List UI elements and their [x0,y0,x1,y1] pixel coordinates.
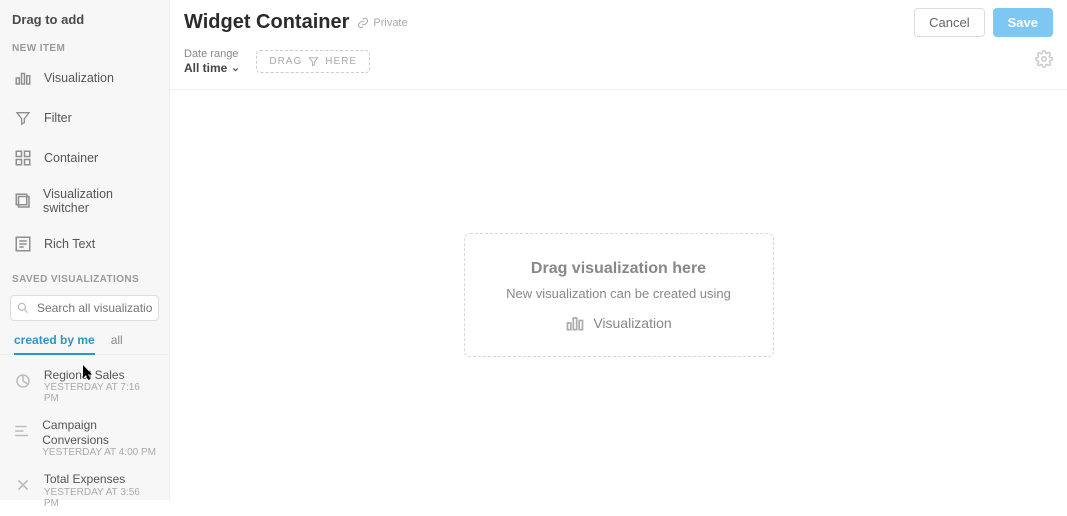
new-item-label: Visualization switcher [43,187,157,215]
new-item-visualization[interactable]: Visualization [0,58,169,98]
page-title[interactable]: Widget Container [184,11,349,34]
privacy-toggle[interactable]: Private [357,17,407,29]
topbar: Widget Container Private Cancel Save [170,0,1067,43]
filter-drop-target[interactable]: DRAG HERE [256,50,370,73]
new-item-label: Container [44,151,98,165]
chevron-down-icon [231,65,240,74]
funnel-small-icon [308,56,319,67]
switcher-icon [12,190,33,212]
dropzone-create-visualization[interactable]: Visualization [565,313,671,333]
sidebar: Drag to add NEW ITEM Visualization Filte… [0,0,170,500]
saved-viz-name: Regional Sales [44,368,157,382]
rich-text-icon [12,233,34,255]
pie-icon [12,370,34,392]
dropzone-trigger-label: Visualization [593,315,671,331]
hbar-icon [12,420,32,442]
new-item-rich-text[interactable]: Rich Text [0,224,169,264]
new-item-viz-switcher[interactable]: Visualization switcher [0,178,169,224]
x-icon [12,474,34,496]
funnel-icon [12,107,34,129]
date-range-value: All time [184,61,227,77]
visualization-drop-zone[interactable]: Drag visualization here New visualizatio… [464,233,774,357]
saved-viz-item[interactable]: Total Expenses YESTERDAY AT 3:56 PM [0,465,169,515]
tab-created-by-me[interactable]: created by me [14,333,95,355]
saved-viz-name: Campaign Conversions [42,418,157,447]
date-range-label: Date range [184,47,240,61]
drag-word: DRAG [269,56,302,67]
new-item-label: Visualization [44,71,114,85]
saved-viz-time: YESTERDAY AT 4:00 PM [42,447,157,458]
dropzone-subtitle: New visualization can be created using [481,286,757,301]
dropzone-title: Drag visualization here [481,260,757,278]
saved-viz-name: Total Expenses [44,472,157,486]
container-icon [12,147,34,169]
new-item-label: Rich Text [44,237,95,251]
tab-all[interactable]: all [111,333,123,354]
controls-bar: Date range All time DRAG HERE [170,43,1067,90]
new-item-label: Filter [44,111,72,125]
gear-icon[interactable] [1035,50,1053,68]
search-visualizations[interactable] [10,295,159,321]
privacy-label: Private [373,17,407,29]
new-item-list: Visualization Filter Container Visualiza… [0,58,169,264]
new-item-filter[interactable]: Filter [0,98,169,138]
new-item-container[interactable]: Container [0,138,169,178]
saved-viz-item[interactable]: Campaign Conversions YESTERDAY AT 4:00 P… [0,411,169,465]
search-input[interactable] [10,295,159,321]
saved-viz-list: Regional Sales YESTERDAY AT 7:16 PM Camp… [0,355,169,516]
saved-viz-time: YESTERDAY AT 7:16 PM [44,382,157,404]
bar-chart-icon [565,313,585,333]
save-button[interactable]: Save [993,8,1053,37]
saved-viz-tabs: created by me all [0,325,169,355]
date-range-selector[interactable]: Date range All time [184,47,240,77]
section-saved-viz: SAVED VISUALIZATIONS [0,264,169,289]
canvas[interactable]: Drag visualization here New visualizatio… [170,90,1067,500]
here-word: HERE [325,56,357,67]
drag-to-add-title: Drag to add [0,0,169,33]
search-icon [16,301,30,315]
section-new-item: NEW ITEM [0,33,169,58]
bar-chart-icon [12,67,34,89]
cancel-button[interactable]: Cancel [914,8,984,37]
link-icon [357,17,369,29]
main: Widget Container Private Cancel Save Dat… [170,0,1067,500]
saved-viz-item[interactable]: Regional Sales YESTERDAY AT 7:16 PM [0,361,169,411]
saved-viz-time: YESTERDAY AT 3:56 PM [44,487,157,509]
